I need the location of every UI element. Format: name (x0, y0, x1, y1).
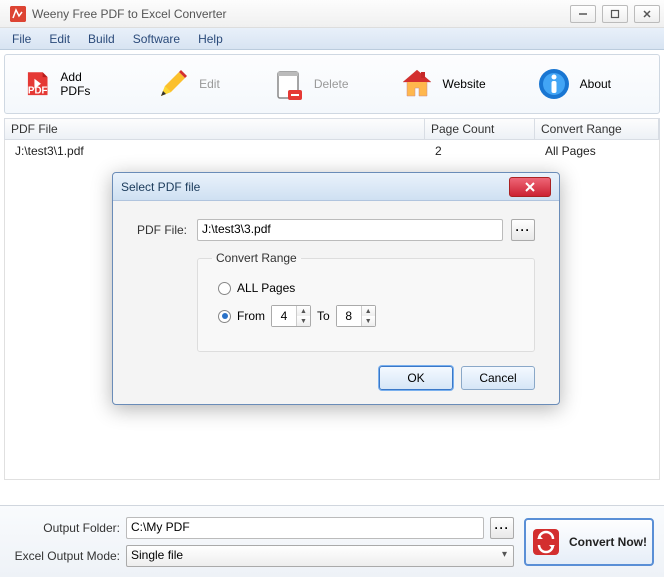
output-mode-label: Excel Output Mode: (10, 549, 120, 563)
from-spinner[interactable]: ▲▼ (271, 305, 311, 327)
minimize-button[interactable] (570, 5, 596, 23)
from-value[interactable] (272, 306, 296, 326)
dialog-title: Select PDF file (121, 180, 509, 194)
close-icon (524, 181, 536, 193)
app-icon (10, 6, 26, 22)
bottom-panel: Output Folder: C:\My PDF ··· Excel Outpu… (0, 505, 664, 577)
from-range-option[interactable]: From ▲▼ To ▲▼ (218, 305, 520, 327)
titlebar: Weeny Free PDF to Excel Converter (0, 0, 664, 28)
app-title: Weeny Free PDF to Excel Converter (32, 7, 570, 21)
dialog-titlebar[interactable]: Select PDF file (113, 173, 559, 201)
browse-pdf-button[interactable]: ··· (511, 219, 535, 241)
all-pages-label: ALL Pages (237, 281, 295, 295)
cancel-button[interactable]: Cancel (461, 366, 535, 390)
menu-build[interactable]: Build (80, 30, 123, 48)
to-spinner[interactable]: ▲▼ (336, 305, 376, 327)
info-icon (536, 66, 572, 102)
output-folder-field[interactable]: C:\My PDF (126, 517, 484, 539)
radio-icon (218, 282, 231, 295)
ok-button[interactable]: OK (379, 366, 453, 390)
about-button[interactable]: About (526, 62, 621, 106)
convert-label: Convert Now! (569, 535, 647, 549)
house-icon (399, 66, 435, 102)
browse-output-button[interactable]: ··· (490, 517, 514, 539)
all-pages-option[interactable]: ALL Pages (218, 281, 520, 295)
col-pages[interactable]: Page Count (425, 119, 535, 139)
menu-edit[interactable]: Edit (41, 30, 78, 48)
edit-button[interactable]: Edit (145, 62, 230, 106)
pdf-icon: PDF (23, 66, 52, 102)
pdf-file-field[interactable]: J:\test3\3.pdf (197, 219, 503, 241)
convert-button[interactable]: Convert Now! (524, 518, 654, 566)
to-value[interactable] (337, 306, 361, 326)
list-item[interactable]: J:\test3\1.pdf 2 All Pages (9, 140, 655, 162)
pdf-file-label: PDF File: (137, 223, 189, 237)
about-label: About (580, 77, 611, 91)
close-button[interactable] (634, 5, 660, 23)
edit-label: Edit (199, 77, 220, 91)
menu-software[interactable]: Software (125, 30, 188, 48)
output-mode-select[interactable]: Single file (126, 545, 514, 567)
svg-text:PDF: PDF (28, 86, 48, 97)
from-label: From (237, 309, 265, 323)
spin-up-icon[interactable]: ▲ (362, 306, 375, 316)
maximize-button[interactable] (602, 5, 628, 23)
spin-down-icon[interactable]: ▼ (297, 316, 310, 326)
ok-label: OK (407, 371, 424, 385)
convert-icon (531, 527, 561, 557)
ellipsis-icon: ··· (495, 521, 510, 535)
radio-checked-icon (218, 310, 231, 323)
spin-up-icon[interactable]: ▲ (297, 306, 310, 316)
toolbar: PDF Add PDFs Edit Delete Website About (4, 54, 660, 114)
add-pdfs-label: Add PDFs (60, 70, 105, 98)
col-file[interactable]: PDF File (5, 119, 425, 139)
spin-down-icon[interactable]: ▼ (362, 316, 375, 326)
website-label: Website (443, 77, 486, 91)
ellipsis-icon: ··· (516, 223, 531, 237)
add-pdfs-button[interactable]: PDF Add PDFs (13, 62, 115, 106)
menu-file[interactable]: File (4, 30, 39, 48)
list-header: PDF File Page Count Convert Range (4, 118, 660, 140)
cell-range: All Pages (539, 143, 655, 159)
convert-range-group: Convert Range ALL Pages From ▲▼ To ▲▼ (197, 251, 535, 352)
col-range[interactable]: Convert Range (535, 119, 659, 139)
menu-help[interactable]: Help (190, 30, 231, 48)
convert-range-legend: Convert Range (212, 251, 301, 265)
pencil-icon (155, 66, 191, 102)
to-label: To (317, 309, 330, 323)
menubar: File Edit Build Software Help (0, 28, 664, 50)
website-button[interactable]: Website (389, 62, 496, 106)
output-folder-label: Output Folder: (10, 521, 120, 535)
cell-file: J:\test3\1.pdf (9, 143, 429, 159)
delete-icon (270, 66, 306, 102)
cell-pages: 2 (429, 143, 539, 159)
select-pdf-dialog: Select PDF file PDF File: J:\test3\3.pdf… (112, 172, 560, 405)
delete-button[interactable]: Delete (260, 62, 359, 106)
dialog-close-button[interactable] (509, 177, 551, 197)
cancel-label: Cancel (479, 371, 516, 385)
delete-label: Delete (314, 77, 349, 91)
output-mode-value: Single file (131, 548, 183, 562)
